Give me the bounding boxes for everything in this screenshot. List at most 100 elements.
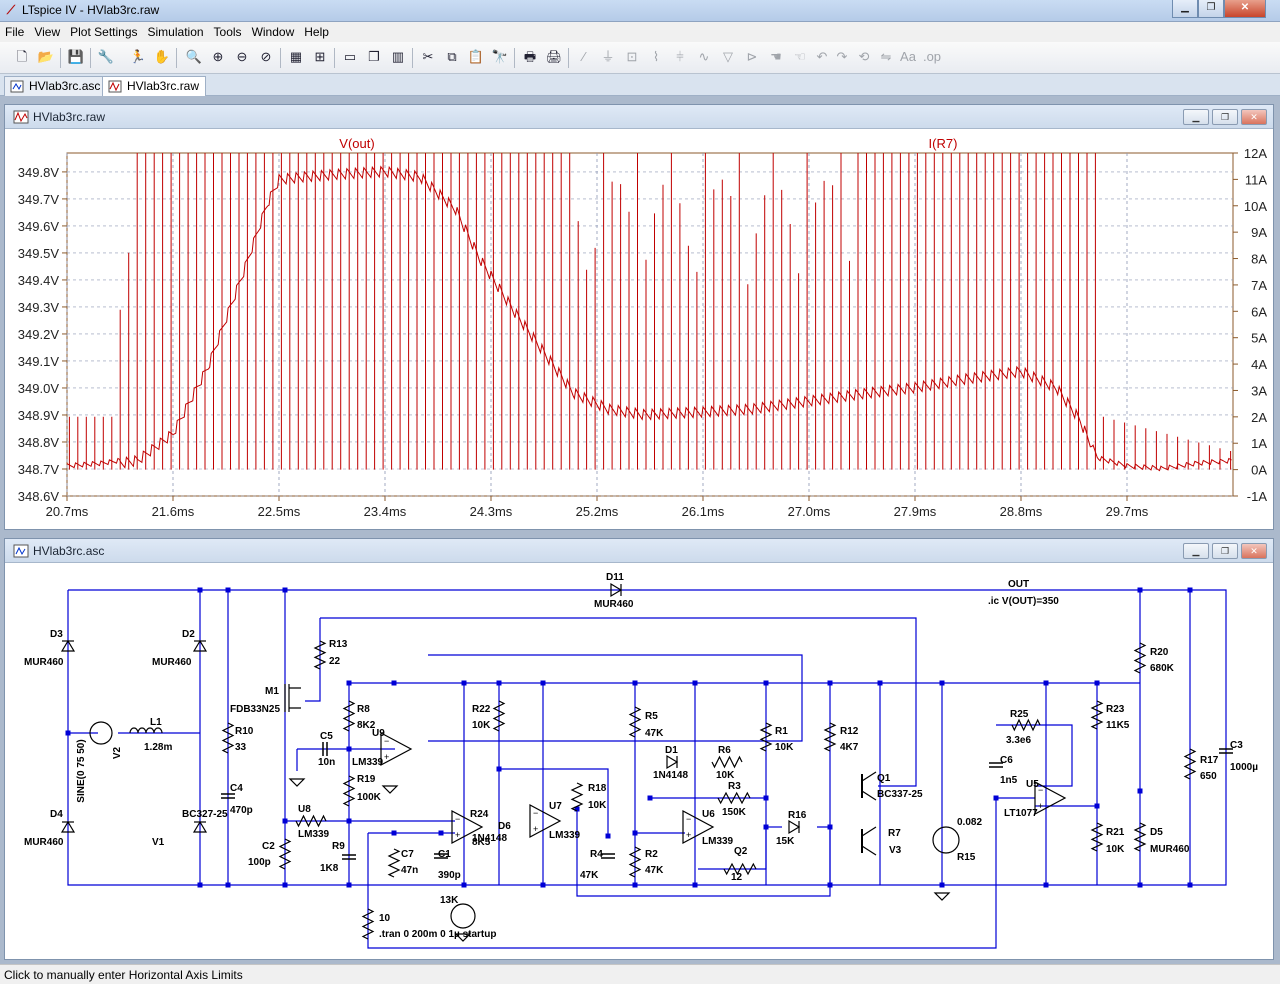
- resistor-r22[interactable]: [492, 700, 506, 732]
- resistor-r13[interactable]: [313, 640, 327, 670]
- source-v3[interactable]: [450, 903, 476, 929]
- run-icon[interactable]: 🏃: [128, 47, 148, 67]
- inductor-l1[interactable]: [129, 727, 163, 734]
- control-panel-icon[interactable]: 🔧: [96, 47, 116, 67]
- open-file-icon[interactable]: 📂: [36, 47, 56, 67]
- restore-button[interactable]: ❐: [1212, 543, 1238, 559]
- menu-help[interactable]: Help: [299, 25, 334, 39]
- capacitor-icon[interactable]: ⫩: [670, 47, 690, 67]
- resistor-r12[interactable]: [823, 722, 837, 752]
- resistor-r3[interactable]: [717, 791, 751, 805]
- minimize-button[interactable]: ▁: [1172, 0, 1198, 18]
- resistor-r8[interactable]: [342, 700, 356, 732]
- cut-icon[interactable]: ✂: [418, 47, 438, 67]
- tab-schematic[interactable]: HVlab3rc.asc: [4, 76, 108, 96]
- transistor-q1[interactable]: [861, 771, 877, 782]
- resistor-r7[interactable]: [278, 838, 292, 870]
- zoom-in-icon[interactable]: 🔍: [184, 47, 204, 67]
- tile-vertical-icon[interactable]: ▥: [388, 47, 408, 67]
- rotate-icon[interactable]: ⟲: [854, 47, 874, 67]
- tab-waveform[interactable]: HVlab3rc.raw: [102, 76, 207, 96]
- mirror-icon[interactable]: ⇋: [876, 47, 896, 67]
- minimize-button[interactable]: ▁: [1183, 109, 1209, 125]
- resistor-r9[interactable]: [387, 848, 401, 878]
- save-icon[interactable]: 💾: [66, 47, 86, 67]
- schematic-label: C4: [230, 783, 243, 794]
- schematic-label: 8K5: [472, 837, 491, 848]
- move-icon[interactable]: ☚: [766, 47, 786, 67]
- transistor-q1[interactable]: [861, 790, 877, 801]
- wire-icon[interactable]: ∕: [574, 47, 594, 67]
- autorange-icon[interactable]: ▦: [286, 47, 306, 67]
- resistor-r10[interactable]: [221, 722, 235, 754]
- paste-icon[interactable]: 📋: [466, 47, 486, 67]
- restore-button[interactable]: ❐: [1212, 109, 1238, 125]
- label-net-icon[interactable]: ⊡: [622, 47, 642, 67]
- schematic-label: .tran 0 200m 0 1µ startup: [379, 929, 496, 940]
- resistor-r15[interactable]: [361, 908, 375, 940]
- inductor-icon[interactable]: ∿: [694, 47, 714, 67]
- menu-plot-settings[interactable]: Plot Settings: [65, 25, 142, 39]
- menu-tools[interactable]: Tools: [209, 25, 247, 39]
- schematic-canvas[interactable]: −+−+−+−+−+D11MUR460OUT.ic V(OUT)=350D3MU…: [5, 563, 1273, 959]
- halt-icon[interactable]: ✋: [152, 47, 172, 67]
- mosfet-m1[interactable]: [284, 684, 301, 712]
- text-icon[interactable]: Aa: [898, 47, 918, 67]
- print-icon[interactable]: 🖨: [544, 47, 564, 67]
- zoom-cancel-icon[interactable]: ⊘: [256, 47, 276, 67]
- fit-icon[interactable]: ⊞: [310, 47, 330, 67]
- resistor-r6[interactable]: [711, 755, 743, 769]
- resistor-icon[interactable]: ⌇: [646, 47, 666, 67]
- trace-vout[interactable]: [66, 165, 1232, 472]
- schematic-label: MUR460: [24, 837, 64, 848]
- resistor-r4[interactable]: [628, 846, 642, 878]
- undo-icon[interactable]: ↶: [812, 47, 832, 67]
- find-icon[interactable]: 🔭: [490, 47, 510, 67]
- menu-window[interactable]: Window: [247, 25, 300, 39]
- resistor-r25[interactable]: [1011, 718, 1041, 732]
- resistor-r18[interactable]: [570, 782, 584, 812]
- schematic-label: 150K: [722, 807, 747, 818]
- resistor-r19[interactable]: [342, 775, 356, 807]
- ground-icon[interactable]: ⏚: [598, 47, 618, 67]
- resistor-r16[interactable]: [295, 814, 327, 828]
- opamp-plus: +: [384, 752, 389, 762]
- schematic-label: D4: [50, 809, 63, 820]
- redo-icon[interactable]: ↷: [832, 47, 852, 67]
- diode-d1[interactable]: [666, 754, 679, 770]
- schematic-label: LM339: [352, 757, 384, 768]
- component-icon[interactable]: ⊳: [742, 47, 762, 67]
- menu-simulation[interactable]: Simulation: [143, 25, 209, 39]
- zoom-out-icon[interactable]: ⊖: [232, 47, 252, 67]
- minimize-button[interactable]: ▁: [1183, 543, 1209, 559]
- diode-icon[interactable]: ▽: [718, 47, 738, 67]
- spice-directive-icon[interactable]: .op: [922, 47, 942, 67]
- restore-button[interactable]: ❐: [1198, 0, 1224, 18]
- menu-file[interactable]: File: [0, 25, 29, 39]
- print-setup-icon[interactable]: 🖶: [520, 47, 540, 67]
- resistor-r24[interactable]: [1090, 822, 1104, 852]
- resistor-r1[interactable]: [759, 722, 773, 752]
- close-button[interactable]: ✕: [1241, 109, 1267, 125]
- resistor-r23[interactable]: [1090, 700, 1104, 730]
- trace-ir7[interactable]: [68, 153, 1232, 470]
- transistor-q2[interactable]: [861, 845, 877, 856]
- pan-icon[interactable]: ⊕: [208, 47, 228, 67]
- open-schematic-icon[interactable]: 🗋: [12, 47, 32, 67]
- cascade-icon[interactable]: ❐: [364, 47, 384, 67]
- opamp-plus: +: [533, 824, 538, 834]
- close-button[interactable]: ✕: [1241, 543, 1267, 559]
- diode-d6[interactable]: [788, 819, 801, 835]
- resistor-r5[interactable]: [628, 706, 642, 738]
- close-button[interactable]: ✕: [1224, 0, 1266, 18]
- waveform-plot[interactable]: 20.7ms 21.6ms 22.5ms 23.4ms 24.3ms 25.2ms 26.1…: [5, 129, 1273, 529]
- resistor-r17[interactable]: [1183, 748, 1197, 780]
- resistor-r21[interactable]: [1133, 822, 1147, 852]
- copy-icon[interactable]: ⧉: [442, 47, 462, 67]
- tile-horizontal-icon[interactable]: ▭: [340, 47, 360, 67]
- drag-icon[interactable]: ☜: [790, 47, 810, 67]
- transistor-q2[interactable]: [861, 826, 877, 837]
- resistor-r20[interactable]: [1133, 642, 1147, 674]
- source-v1[interactable]: [932, 826, 960, 854]
- menu-view[interactable]: View: [29, 25, 65, 39]
